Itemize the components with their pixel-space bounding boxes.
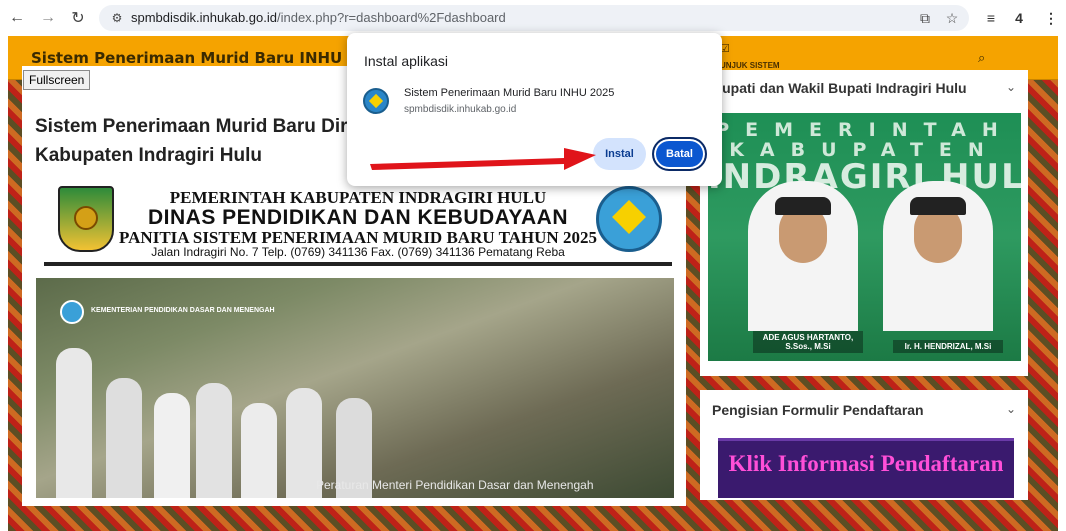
student-figure: [196, 383, 232, 498]
kemendikdasmen-logo-icon: [60, 300, 84, 324]
dialog-app-name: Sistem Penerimaan Murid Baru INHU 2025: [404, 87, 615, 99]
back-icon[interactable]: ←: [6, 7, 28, 29]
nav-petunjuk-sistem[interactable]: ☑ UNJUK SISTEM: [720, 42, 790, 73]
klik-informasi-label: Klik Informasi Pendaftaran: [728, 451, 1004, 476]
install-button[interactable]: Instal: [593, 138, 646, 170]
letterhead-line1: PEMERINTAH KABUPATEN INDRAGIRI HULU: [169, 188, 547, 207]
banner-line1: PEMERINTAH: [715, 119, 1014, 141]
bupati-name: ADE AGUS HARTANTO, S.Sos., M.Si: [753, 331, 863, 353]
students-photo: KEMENTERIAN PENDIDIKAN DASAR DAN MENENGA…: [36, 278, 674, 498]
sidebar-card-bupati-title: Bupati dan Wakil Bupati Indragiri Hulu: [712, 80, 967, 96]
menu-kebab-icon[interactable]: ⋮: [1040, 7, 1062, 29]
sidebar-card-formulir-title: Pengisian Formulir Pendaftaran: [712, 402, 924, 418]
red-arrow-icon: [370, 148, 596, 170]
dialog-title: Instal aplikasi: [364, 53, 449, 69]
reload-icon[interactable]: ↻: [67, 7, 89, 29]
bupati-banner: PEMERINTAH KABUPATEN INDRAGIRI HULU ADE …: [708, 113, 1021, 361]
install-app-icon[interactable]: ⧉: [915, 8, 935, 28]
cancel-button[interactable]: Batal: [652, 137, 707, 171]
site-title[interactable]: Sistem Penerimaan Murid Baru INHU 2025: [31, 49, 389, 67]
chevron-down-icon[interactable]: ⌄: [1006, 402, 1016, 416]
chevron-down-icon[interactable]: ⌄: [1006, 80, 1016, 94]
site-info-icon[interactable]: ⚙: [108, 9, 126, 27]
browser-toolbar: ← → ↻ ⚙ spmbdisdik.inhukab.go.id/index.p…: [0, 0, 1066, 36]
checkbox-icon: ☑: [720, 43, 730, 55]
search-icon[interactable]: ⌕: [978, 50, 996, 68]
url-path: /index.php?r=dashboard%2Fdashboard: [276, 10, 506, 25]
wakil-bupati-name: Ir. H. HENDRIZAL, M.Si: [893, 340, 1003, 353]
student-figure: [241, 403, 277, 498]
media-control-icon[interactable]: ≡: [980, 7, 1002, 29]
fullscreen-button[interactable]: Fullscreen: [23, 70, 91, 90]
forward-icon[interactable]: →: [37, 7, 59, 29]
url-text[interactable]: spmbdisdik.inhukab.go.id/index.php?r=das…: [131, 10, 506, 25]
photo-caption: Peraturan Menteri Pendidikan Dasar dan M…: [316, 478, 594, 492]
letterhead-address: Jalan Indragiri No. 7 Telp. (0769) 34113…: [151, 245, 565, 259]
student-figure: [154, 393, 190, 498]
bupati-cap: [775, 197, 831, 215]
extensions-count[interactable]: 4: [1008, 7, 1030, 29]
app-logo-icon: [363, 88, 389, 114]
address-bar[interactable]: ⚙ spmbdisdik.inhukab.go.id/index.php?r=d…: [99, 5, 969, 31]
letterhead-line2: DINAS PENDIDIKAN DAN KEBUDAYAAN: [148, 206, 568, 229]
nav-petunjuk-label: UNJUK SISTEM: [720, 61, 780, 70]
wakil-bupati-cap: [910, 197, 966, 215]
letterhead-rule: [44, 262, 672, 266]
ministry-label: KEMENTERIAN PENDIDIKAN DASAR DAN MENENGA…: [91, 307, 275, 314]
bookmark-star-icon[interactable]: ☆: [942, 8, 962, 28]
url-host: spmbdisdik.inhukab.go.id: [131, 10, 277, 25]
student-figure: [56, 348, 92, 498]
klik-informasi-pendaftaran-link[interactable]: Klik Informasi Pendaftaran: [718, 438, 1014, 498]
letterhead: PEMERINTAH KABUPATEN INDRAGIRI HULU DINA…: [44, 182, 672, 264]
dialog-app-url: spmbdisdik.inhukab.go.id: [404, 104, 517, 115]
student-figure: [106, 378, 142, 498]
